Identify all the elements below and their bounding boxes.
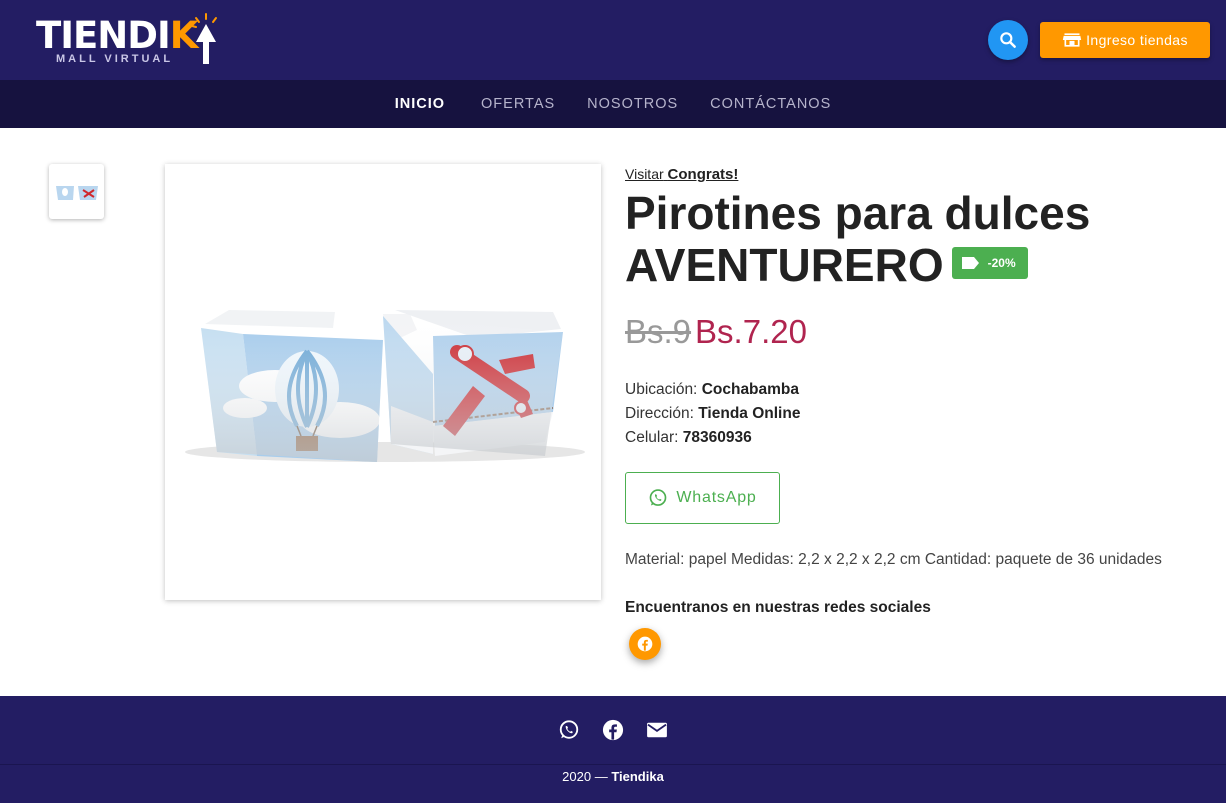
footer-whatsapp-link[interactable] bbox=[558, 718, 580, 742]
facebook-social-button[interactable] bbox=[629, 628, 661, 660]
store-button-label: Ingreso tiendas bbox=[1086, 32, 1188, 48]
top-header: TIENDIK MALL VIRTUAL Ingreso tiendas bbox=[0, 0, 1226, 80]
location-row: Ubicación: Cochabamba bbox=[625, 381, 800, 398]
product-title: Pirotines para dulces AVENTURERO -20% bbox=[625, 187, 1205, 291]
product-title-line2: AVENTURERO bbox=[625, 239, 944, 291]
product-thumbnail[interactable] bbox=[49, 164, 104, 219]
product-info: Visitar Congrats! Pirotines para dulces … bbox=[625, 166, 1205, 660]
nav-item-nosotros[interactable]: NOSOTROS bbox=[571, 96, 694, 112]
nav-item-contactanos[interactable]: CONTÁCTANOS bbox=[694, 96, 847, 112]
search-icon bbox=[1000, 32, 1016, 48]
whatsapp-label: WhatsApp bbox=[676, 489, 757, 506]
whatsapp-button[interactable]: WhatsApp bbox=[625, 472, 780, 524]
old-price: Bs.9 bbox=[625, 313, 692, 350]
nav-item-ofertas[interactable]: OFERTAS bbox=[465, 96, 571, 112]
new-price: Bs.7.20 bbox=[695, 313, 807, 350]
footer-brand: Tiendika bbox=[611, 769, 664, 784]
address-row: Dirección: Tienda Online bbox=[625, 405, 801, 422]
store-details: Ubicación: Cochabamba Dirección: Tienda … bbox=[625, 378, 800, 450]
footer-divider bbox=[0, 764, 1226, 765]
price-block: Bs.9 Bs.7.20 bbox=[625, 313, 807, 351]
store-name: Congrats! bbox=[667, 166, 739, 183]
logo-wordmark: TIENDIK bbox=[36, 14, 198, 57]
nav-item-inicio[interactable]: INICIO bbox=[379, 96, 461, 112]
store-icon bbox=[1062, 33, 1082, 47]
product-photo bbox=[185, 310, 585, 462]
email-icon bbox=[647, 722, 667, 738]
tag-icon bbox=[961, 256, 979, 269]
footer-social-icons bbox=[0, 718, 1226, 742]
search-button[interactable] bbox=[988, 20, 1028, 60]
product-description: Material: papel Medidas: 2,2 x 2,2 x 2,2… bbox=[625, 551, 1162, 568]
facebook-icon bbox=[637, 636, 653, 652]
whatsapp-icon bbox=[650, 489, 667, 506]
phone-row: Celular: 78360936 bbox=[625, 429, 752, 446]
product-main-image[interactable] bbox=[165, 164, 601, 600]
facebook-icon bbox=[602, 719, 624, 741]
store-login-button[interactable]: Ingreso tiendas bbox=[1040, 22, 1210, 58]
whatsapp-icon bbox=[559, 720, 579, 739]
product-title-line1: Pirotines para dulces bbox=[625, 187, 1091, 239]
footer-facebook-link[interactable] bbox=[602, 718, 624, 742]
thumbnail-image bbox=[55, 185, 98, 200]
site-footer: 2020 — Tiendika bbox=[0, 696, 1226, 803]
logo-cursor-icon bbox=[191, 13, 217, 64]
logo-subtitle: MALL VIRTUAL bbox=[56, 53, 174, 65]
tiendika-logo[interactable]: TIENDIK MALL VIRTUAL bbox=[36, 12, 226, 68]
main-nav: INICIO OFERTAS NOSOTROS CONTÁCTANOS bbox=[0, 80, 1226, 128]
social-heading: Encuentranos en nuestras redes sociales bbox=[625, 599, 931, 616]
visit-store-link[interactable]: Visitar Congrats! bbox=[625, 166, 1205, 183]
discount-badge: -20% bbox=[951, 246, 1028, 279]
footer-copyright: 2020 — Tiendika bbox=[562, 769, 664, 784]
footer-email-link[interactable] bbox=[646, 718, 668, 742]
discount-value: -20% bbox=[987, 255, 1016, 270]
